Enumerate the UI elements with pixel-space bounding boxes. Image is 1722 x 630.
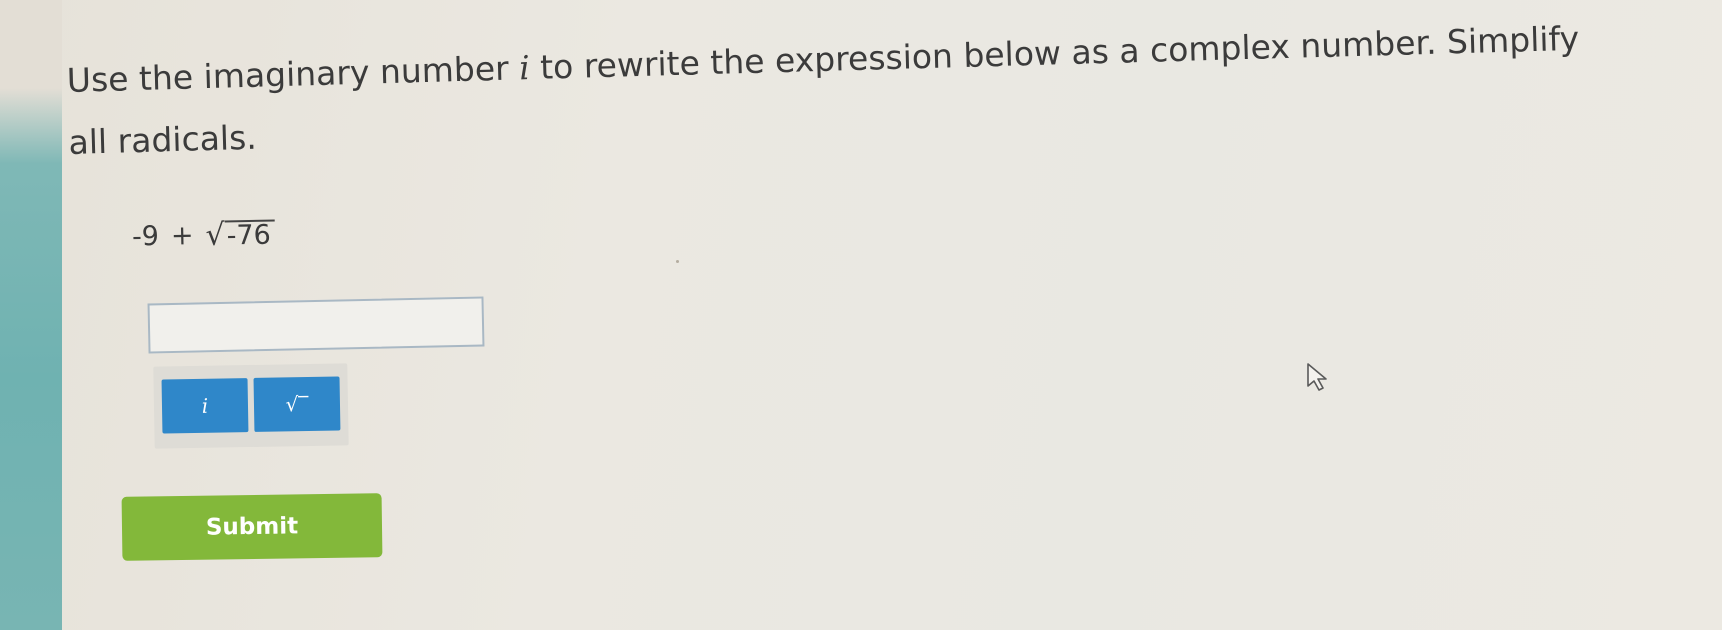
question-text-before: Use the imaginary number [66,48,520,100]
cursor-arrow-icon [1306,362,1332,396]
problem-area: Use the imaginary number i to rewrite th… [62,0,1722,630]
square-root-button[interactable]: √‾ [253,376,341,432]
submit-button[interactable]: Submit [121,493,383,561]
radicand: -76 [224,219,276,252]
math-expression: -9 + √ -76 [131,217,276,253]
math-keypad: i √‾ [153,363,349,449]
answer-input[interactable] [147,296,485,354]
screen-speck [676,260,679,263]
expression-operator: + [170,220,194,252]
imaginary-i-button[interactable]: i [161,378,249,434]
question-text: Use the imaginary number i to rewrite th… [66,6,1629,174]
expression-constant: -9 [131,220,160,253]
square-root: √ -76 [205,217,276,253]
side-panel-edge [0,0,62,630]
radical-sign-icon: √ [205,217,226,253]
